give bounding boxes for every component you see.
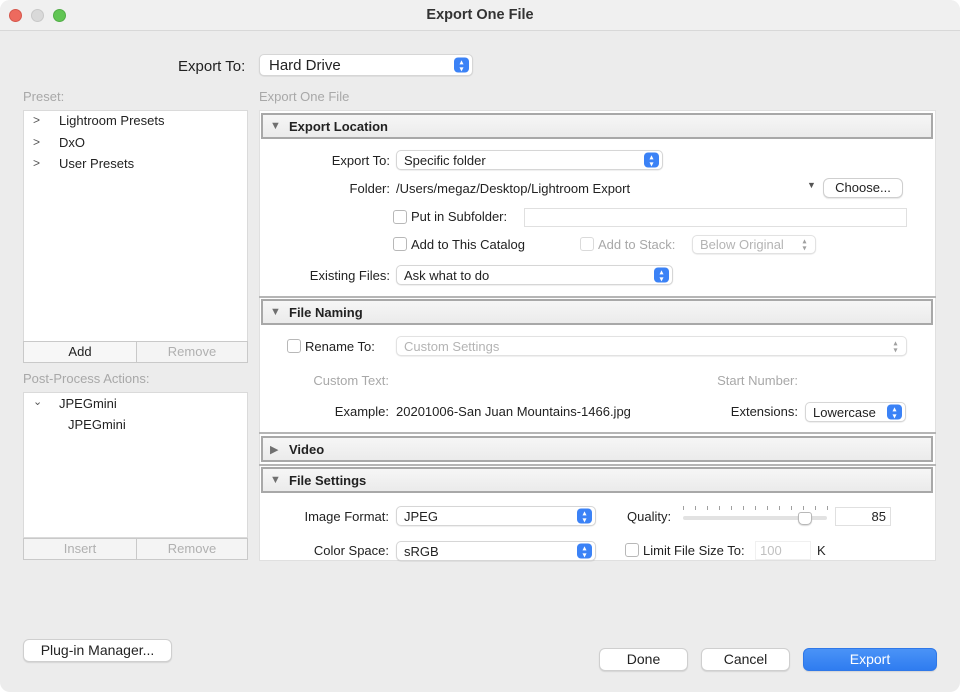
slider-tick (791, 506, 792, 510)
slider-tick (827, 506, 828, 510)
folder-history-icon[interactable]: ▼ (807, 180, 816, 190)
color-space-label: Color Space: (313, 543, 389, 558)
slider-tick (743, 506, 744, 510)
updown-chevron-icon: ▴ ▾ (887, 404, 902, 420)
limit-size-checkbox[interactable] (625, 543, 639, 557)
quality-slider-thumb[interactable] (798, 512, 813, 525)
limit-size-label: Limit File Size To: (643, 543, 745, 558)
add-catalog-label: Add to This Catalog (411, 237, 525, 252)
export-to-label: Export To: (178, 58, 246, 75)
slider-tick (803, 506, 804, 510)
chevron-down-icon[interactable]: ⌄ (33, 395, 42, 408)
section-video[interactable]: ▶ Video (261, 436, 933, 462)
folder-label: Folder: (349, 181, 390, 196)
remove-action-button[interactable]: Remove (136, 538, 248, 560)
updown-chevron-icon: ▴ ▾ (454, 57, 469, 73)
slider-tick (707, 506, 708, 510)
start-number-label: Start Number: (717, 373, 798, 388)
image-format-dropdown[interactable]: JPEG ▴ ▾ (396, 506, 596, 526)
updown-chevron-icon: ▴ ▾ (654, 267, 669, 283)
quality-label: Quality: (627, 509, 672, 524)
section-divider (259, 464, 936, 466)
triangle-down-icon: ▼ (270, 120, 281, 132)
updown-chevron-icon: ▴ ▾ (644, 152, 659, 168)
folder-path: /Users/megaz/Desktop/Lightroom Export (396, 181, 631, 196)
remove-preset-button[interactable]: Remove (136, 341, 248, 363)
slider-tick (779, 506, 780, 510)
export-location-dropdown[interactable]: Specific folder ▴ ▾ (396, 150, 663, 170)
slider-tick (731, 506, 732, 510)
breadcrumb: Export One File (259, 89, 350, 104)
image-format-label: Image Format: (304, 509, 389, 524)
section-export-location[interactable]: ▼ Export Location (261, 113, 933, 139)
example-filename: 20201006-San Juan Mountains-1466.jpg (396, 404, 631, 419)
triangle-down-icon: ▼ (270, 306, 281, 318)
subfolder-checkbox[interactable] (393, 210, 407, 224)
add-stack-checkbox[interactable] (580, 237, 594, 251)
updown-chevron-icon: ▴ ▾ (577, 508, 592, 524)
slider-tick (683, 506, 684, 510)
existing-files-dropdown[interactable]: Ask what to do ▴ ▾ (396, 265, 673, 285)
chevron-right-icon[interactable]: > (33, 156, 40, 170)
subfolder-label: Put in Subfolder: (411, 209, 508, 224)
color-space-dropdown[interactable]: sRGB ▴ ▾ (396, 541, 596, 561)
section-file-settings[interactable]: ▼ File Settings (261, 467, 933, 493)
section-divider (259, 296, 936, 298)
add-stack-label: Add to Stack: (598, 237, 676, 252)
extensions-dropdown[interactable]: Lowercase ▴ ▾ (805, 402, 906, 422)
choose-folder-button[interactable]: Choose... (823, 178, 903, 198)
plugin-manager-button[interactable]: Plug-in Manager... (23, 639, 172, 662)
stack-position-dropdown[interactable]: Below Original ▴ ▾ (692, 235, 816, 254)
updown-chevron-icon: ▴ ▾ (577, 543, 592, 559)
limit-size-unit: K (817, 543, 826, 558)
quality-input[interactable]: 85 (835, 507, 891, 526)
subfolder-input[interactable] (524, 208, 907, 227)
preset-list (23, 110, 248, 342)
title-bar: Export One File (0, 0, 960, 31)
chevron-right-icon[interactable]: > (33, 113, 40, 127)
insert-action-button[interactable]: Insert (23, 538, 137, 560)
window-title: Export One File (426, 7, 534, 23)
rename-checkbox[interactable] (287, 339, 301, 353)
export-button[interactable]: Export (803, 648, 937, 671)
rename-template-dropdown[interactable]: Custom Settings ▴ ▾ (396, 336, 907, 356)
example-label: Example: (334, 404, 389, 419)
slider-tick (815, 506, 816, 510)
slider-tick (695, 506, 696, 510)
export-to-value: Hard Drive (269, 56, 341, 74)
slider-tick (719, 506, 720, 510)
preset-label: Preset: (23, 89, 65, 104)
existing-files-label: Existing Files: (309, 268, 390, 283)
rename-label: Rename To: (305, 339, 375, 354)
export-dialog: Export One File Export To: Hard Drive ▴ ▾… (0, 0, 960, 692)
extensions-label: Extensions: (730, 404, 798, 419)
post-process-list (23, 392, 248, 538)
custom-text-label: Custom Text: (313, 373, 389, 388)
post-process-item[interactable]: JPEGmini (68, 417, 126, 432)
triangle-right-icon: ▶ (270, 444, 279, 456)
chevron-right-icon[interactable]: > (33, 135, 40, 149)
add-preset-button[interactable]: Add (23, 341, 137, 363)
add-catalog-checkbox[interactable] (393, 237, 407, 251)
updown-chevron-icon: ▴ ▾ (893, 338, 898, 354)
slider-tick (767, 506, 768, 510)
export-to-dropdown[interactable]: Hard Drive ▴ ▾ (259, 54, 473, 76)
cancel-button[interactable]: Cancel (701, 648, 790, 671)
export-location-to-label: Export To: (331, 153, 390, 168)
triangle-down-icon: ▼ (270, 474, 281, 486)
updown-chevron-icon: ▴ ▾ (802, 236, 807, 253)
section-file-naming[interactable]: ▼ File Naming (261, 299, 933, 325)
slider-tick (755, 506, 756, 510)
section-divider (259, 432, 936, 434)
post-process-label: Post-Process Actions: (23, 371, 150, 386)
limit-size-input[interactable]: 100 (755, 541, 811, 560)
done-button[interactable]: Done (599, 648, 688, 671)
